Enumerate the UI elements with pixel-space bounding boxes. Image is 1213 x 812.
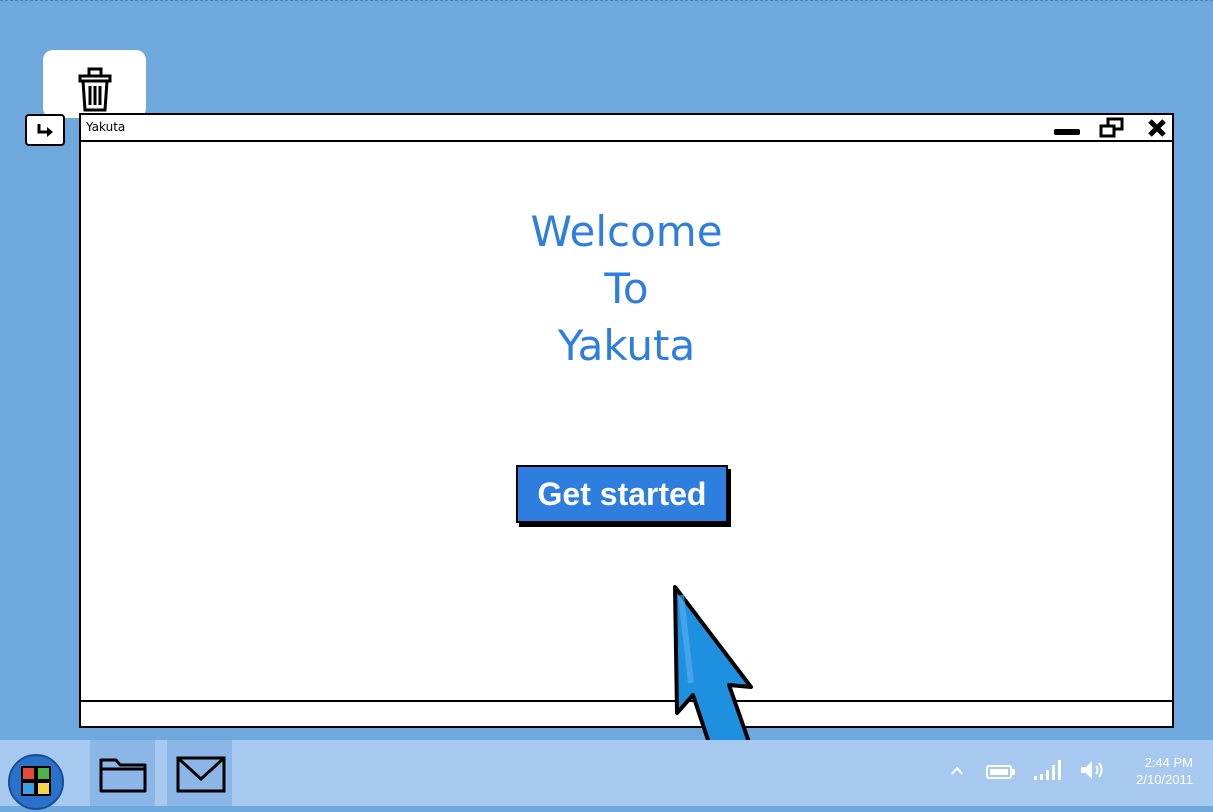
welcome-line: To — [604, 264, 649, 313]
tray-clock[interactable]: 2:44 PM 2/10/2011 — [1136, 754, 1193, 788]
signal-icon[interactable] — [1032, 758, 1064, 782]
desktop-icon-trash[interactable] — [43, 50, 146, 118]
window-title: Yakuta — [86, 120, 126, 134]
get-started-button[interactable]: Get started — [516, 465, 728, 523]
window-statusbar — [81, 700, 1172, 726]
minimize-icon[interactable] — [1054, 129, 1080, 135]
close-icon[interactable] — [1146, 117, 1168, 139]
mail-icon — [176, 756, 226, 793]
clock-time: 2:44 PM — [1144, 755, 1193, 770]
welcome-line: Yakuta — [557, 321, 696, 370]
folder-icon — [99, 758, 147, 793]
screen-top-border — [0, 0, 1213, 2]
trash-icon — [78, 67, 112, 112]
battery-icon[interactable] — [985, 763, 1017, 781]
welcome-heading: Welcome To Yakuta — [81, 203, 1172, 374]
taskbar-app-folder[interactable] — [90, 740, 155, 806]
shortcut-badge — [25, 114, 65, 146]
chevron-up-icon[interactable] — [950, 760, 964, 780]
app-window: Yakuta Welcome To Yakuta Get started — [79, 113, 1174, 728]
volume-icon[interactable] — [1078, 758, 1108, 782]
shortcut-arrow-icon — [37, 124, 53, 137]
window-titlebar[interactable]: Yakuta — [81, 115, 1172, 142]
clock-date: 2/10/2011 — [1136, 772, 1193, 787]
restore-icon[interactable] — [1098, 117, 1126, 139]
taskbar: 2:44 PM 2/10/2011 — [0, 740, 1213, 810]
welcome-line: Welcome — [530, 207, 723, 256]
windows-start-icon[interactable] — [6, 752, 66, 812]
taskbar-app-mail[interactable] — [167, 740, 232, 806]
